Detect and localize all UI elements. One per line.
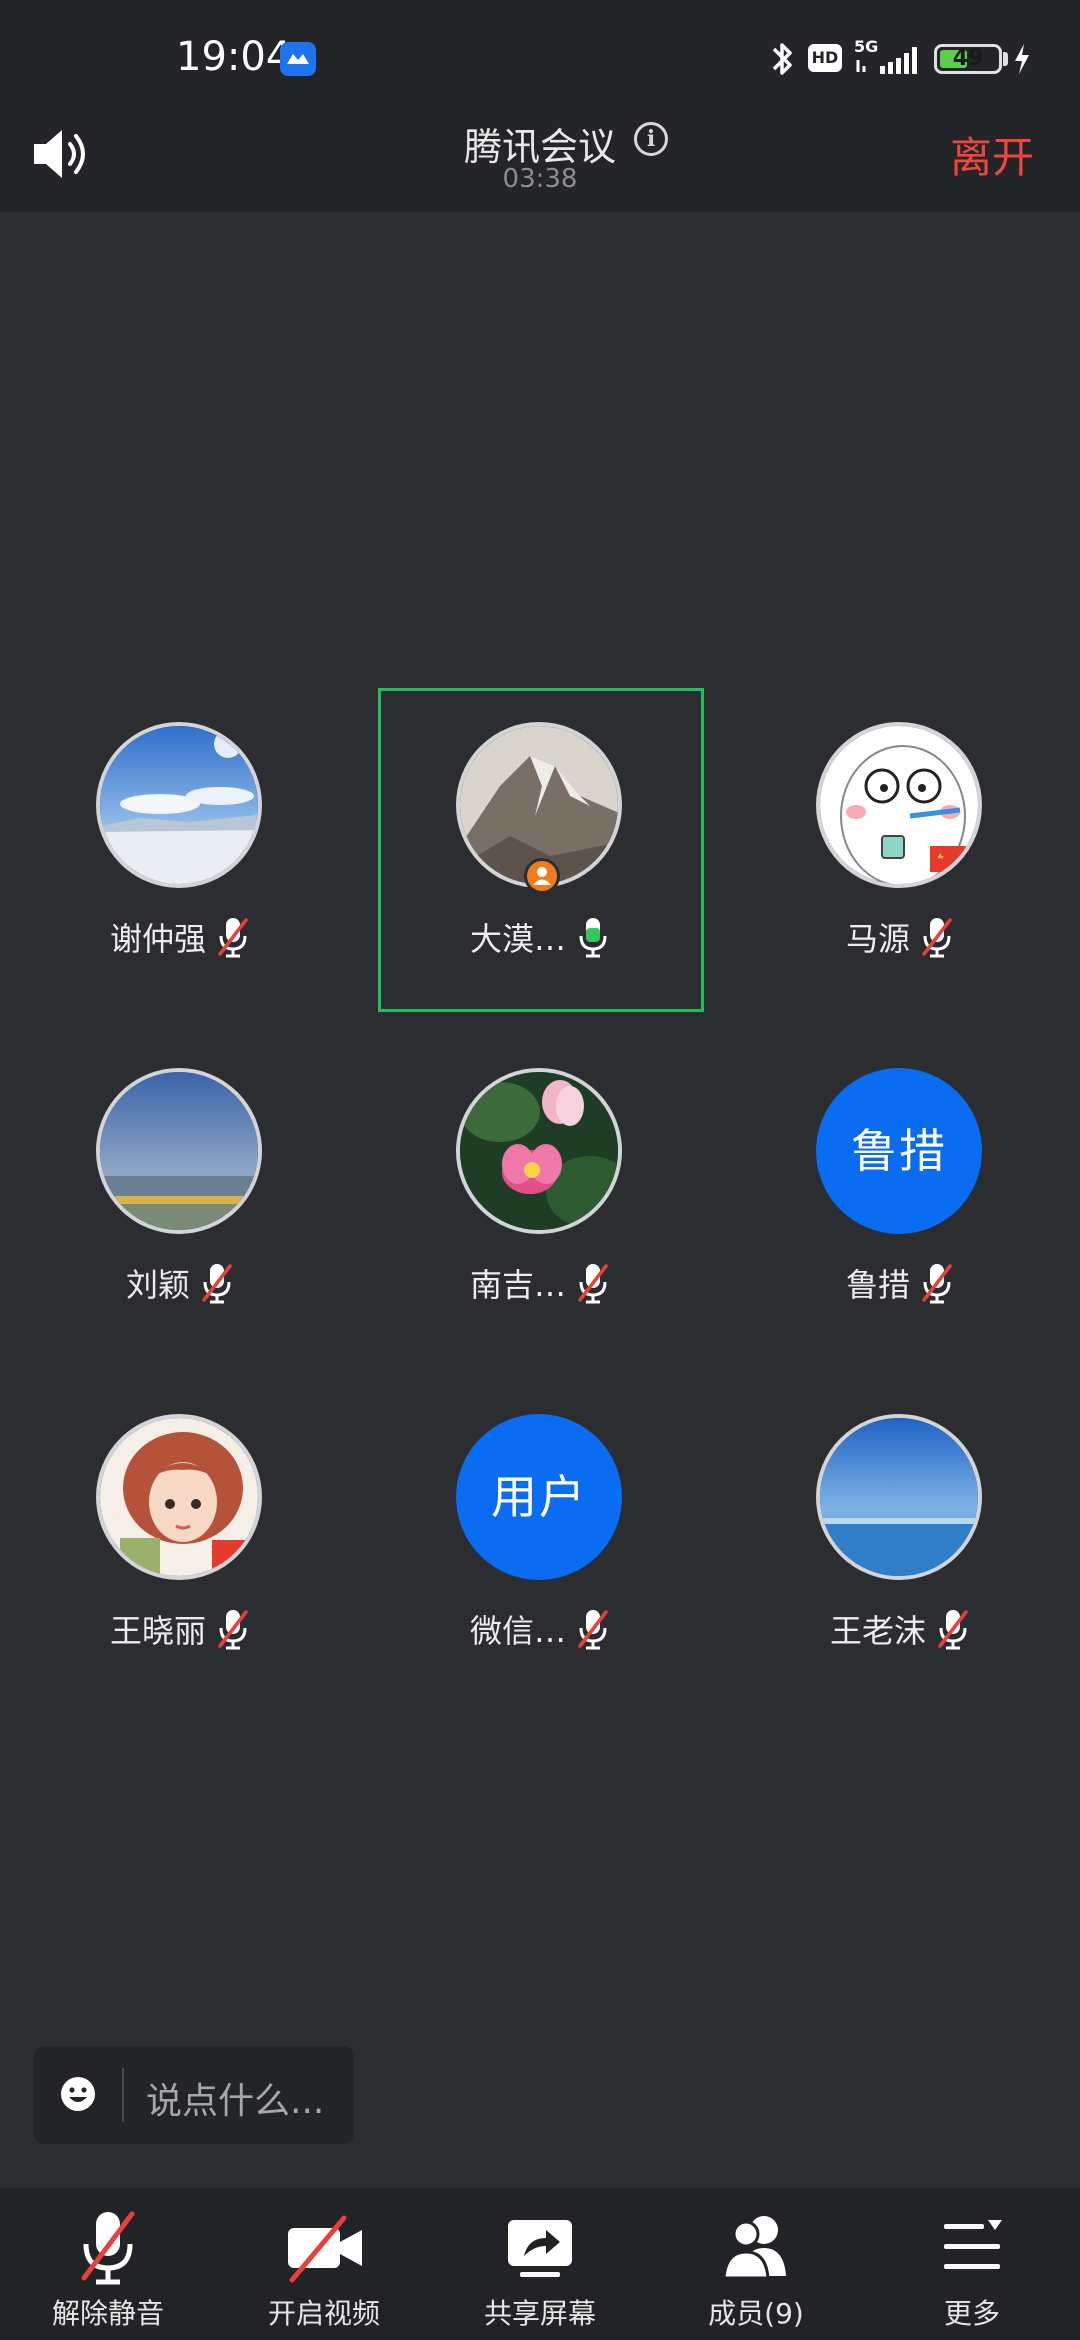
charging-icon bbox=[1015, 44, 1029, 74]
unmute-label: 解除静音 bbox=[51, 2297, 164, 2330]
participant-name: 南吉… bbox=[469, 1266, 566, 1304]
hd-badge: HD bbox=[808, 44, 842, 72]
participant-name: 刘颖 bbox=[125, 1266, 190, 1304]
mic-muted-icon bbox=[922, 1264, 952, 1304]
battery-text: 49 bbox=[952, 46, 984, 71]
participant-tile[interactable]: 王晓丽 bbox=[0, 1414, 360, 1734]
leave-button[interactable]: 离开 bbox=[950, 124, 1034, 185]
meeting-title[interactable]: 腾讯会议 bbox=[464, 116, 616, 171]
meeting-header: 腾讯会议 i 03:38 离开 bbox=[0, 116, 1080, 212]
meeting-timer: 03:38 bbox=[502, 164, 578, 194]
participant-name: 王老沫 bbox=[829, 1612, 926, 1650]
participant-initials-avatar: 鲁措 bbox=[816, 1068, 982, 1234]
participant-avatar bbox=[816, 1414, 982, 1580]
status-bar: 19:04 HD 5G 49 bbox=[0, 0, 1080, 116]
participant-name: 微信… bbox=[469, 1612, 566, 1650]
info-icon[interactable]: i bbox=[634, 122, 668, 156]
network-label: 5G bbox=[854, 38, 878, 56]
unmute-button[interactable]: 解除静音 bbox=[0, 2188, 216, 2340]
mic-muted-icon bbox=[922, 918, 952, 958]
share-screen-icon bbox=[508, 2220, 572, 2277]
battery-cap bbox=[1003, 52, 1008, 66]
mic-muted-icon bbox=[218, 1610, 248, 1650]
participant-tile[interactable]: 刘颖 bbox=[0, 1068, 360, 1388]
members-button[interactable]: 成员(9) bbox=[648, 2188, 864, 2340]
participant-name: 大漠… bbox=[469, 920, 566, 958]
chat-placeholder: 说点什么... bbox=[146, 2081, 325, 2122]
participant-avatar bbox=[96, 1414, 262, 1580]
mic-muted-icon bbox=[578, 1264, 608, 1304]
participant-tile[interactable]: 鲁措 鲁措 bbox=[720, 1068, 1080, 1388]
members-label: 成员(9) bbox=[708, 2297, 804, 2330]
participant-name: 王晓丽 bbox=[109, 1612, 206, 1650]
mic-muted-icon bbox=[81, 2211, 135, 2285]
participant-name: 鲁措 bbox=[845, 1266, 910, 1304]
participant-tile[interactable]: 谢仲强 bbox=[0, 722, 360, 1042]
participant-tile[interactable]: 南吉… bbox=[360, 1068, 720, 1388]
members-icon bbox=[722, 2216, 786, 2280]
mic-active-icon bbox=[579, 918, 607, 958]
participant-name: 马源 bbox=[845, 920, 910, 958]
more-label: 更多 bbox=[943, 2297, 1000, 2330]
mic-muted-icon bbox=[202, 1264, 232, 1304]
participant-name: 谢仲强 bbox=[109, 920, 206, 958]
participant-tile[interactable]: 用户 微信… bbox=[360, 1414, 720, 1734]
start-video-button[interactable]: 开启视频 bbox=[216, 2188, 432, 2340]
chat-input[interactable]: 说点什么... bbox=[34, 2046, 354, 2144]
participant-avatar bbox=[96, 722, 262, 888]
more-button[interactable]: 更多 bbox=[864, 2188, 1080, 2340]
participant-tile[interactable]: 王老沫 bbox=[720, 1414, 1080, 1734]
start-video-label: 开启视频 bbox=[267, 2297, 380, 2330]
app-notification-icon bbox=[280, 42, 316, 76]
mic-muted-icon bbox=[218, 918, 248, 958]
chat-divider bbox=[122, 2068, 124, 2122]
bluetooth-icon bbox=[772, 43, 792, 75]
battery-icon: 49 bbox=[934, 44, 1002, 74]
signal-5g-icon: 5G bbox=[854, 38, 917, 74]
host-badge-icon bbox=[524, 858, 560, 894]
mic-muted-icon bbox=[938, 1610, 968, 1650]
more-menu-icon bbox=[944, 2220, 1002, 2269]
share-screen-button[interactable]: 共享屏幕 bbox=[432, 2188, 648, 2340]
participant-avatar bbox=[456, 1068, 622, 1234]
status-time: 19:04 bbox=[176, 34, 292, 80]
bottom-toolbar: 解除静音 开启视频 共享屏幕 成员(9) 更多 bbox=[0, 2188, 1080, 2340]
share-screen-label: 共享屏幕 bbox=[483, 2297, 596, 2330]
emoji-icon[interactable] bbox=[58, 2074, 98, 2114]
participant-avatar bbox=[96, 1068, 262, 1234]
video-off-icon bbox=[288, 2215, 362, 2283]
mic-muted-icon bbox=[578, 1610, 608, 1650]
participant-avatar bbox=[816, 722, 982, 888]
participant-initials-avatar: 用户 bbox=[456, 1414, 622, 1580]
participant-tile[interactable]: 马源 bbox=[720, 722, 1080, 1042]
